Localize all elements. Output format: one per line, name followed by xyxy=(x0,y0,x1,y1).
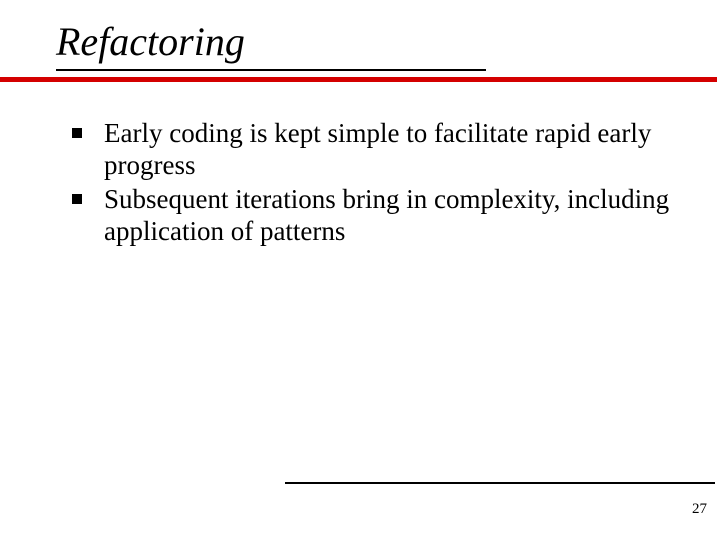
content-area: Early coding is kept simple to facilitat… xyxy=(0,82,717,247)
list-item: Subsequent iterations bring in complexit… xyxy=(72,184,677,248)
bullet-text: Subsequent iterations bring in complexit… xyxy=(104,184,669,246)
bullet-text: Early coding is kept simple to facilitat… xyxy=(104,118,651,180)
list-item: Early coding is kept simple to facilitat… xyxy=(72,118,677,182)
slide: Refactoring Early coding is kept simple … xyxy=(0,0,717,538)
page-number: 27 xyxy=(692,501,707,518)
title-underline xyxy=(56,69,486,71)
slide-title: Refactoring xyxy=(56,18,717,65)
title-wrap: Refactoring xyxy=(0,0,717,65)
bullet-list: Early coding is kept simple to facilitat… xyxy=(72,118,677,247)
footer-rule xyxy=(285,482,715,484)
